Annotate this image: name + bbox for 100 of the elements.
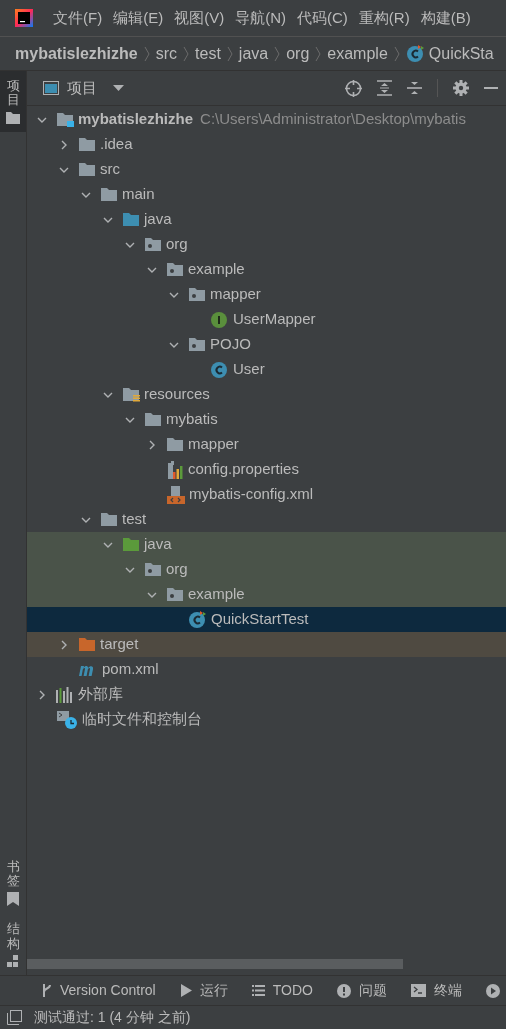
folder-icon (78, 137, 96, 152)
xml-file-icon (166, 485, 185, 504)
chevron-right-icon[interactable] (147, 439, 157, 450)
tree-item[interactable]: QuickStartTest (27, 607, 506, 632)
breadcrumb[interactable]: test (195, 41, 221, 66)
play-icon (179, 984, 192, 997)
chevron-right-icon (226, 45, 233, 62)
tree-item[interactable]: java (27, 532, 506, 557)
tree-item[interactable]: UserMapper (27, 307, 506, 332)
bookmark-icon (7, 892, 19, 907)
tool-window-button[interactable]: Version Control (42, 980, 156, 1001)
folder-icon (166, 437, 184, 452)
tree-item[interactable]: java (27, 207, 506, 232)
folder-icon (78, 637, 96, 652)
tree-item[interactable]: mybatislezhizhe C:\Users\Administrator\Desktop\mybatis (27, 107, 506, 132)
tree-item[interactable]: org (27, 232, 506, 257)
menu-item[interactable]: 视图(V) (174, 6, 225, 30)
locate-icon[interactable] (345, 79, 362, 97)
tree-item[interactable]: test (27, 507, 506, 532)
expand-all-icon[interactable] (377, 80, 392, 96)
tool-window-tab[interactable]: 结构 (0, 914, 26, 975)
tree-item[interactable]: main (27, 182, 506, 207)
tree-item[interactable]: POJO (27, 332, 506, 357)
tree-item[interactable]: mapper (27, 282, 506, 307)
package-icon (144, 562, 162, 577)
tree-item[interactable]: src (27, 157, 506, 182)
list-icon (251, 985, 265, 996)
scrollbar[interactable] (27, 959, 403, 969)
chevron-right-icon (143, 45, 150, 62)
warning-icon (336, 983, 351, 998)
menu-item[interactable]: 导航(N) (235, 6, 286, 30)
branch-icon (42, 983, 52, 998)
tool-window-tab[interactable]: 项目 (0, 71, 26, 132)
breadcrumb[interactable]: example (327, 41, 388, 66)
folder-icon (78, 162, 96, 177)
chevron-right-icon[interactable] (59, 139, 69, 150)
menu-item[interactable]: 构建(B) (420, 6, 471, 30)
menu-item[interactable]: 编辑(E) (113, 6, 164, 30)
scratch-console-icon (56, 709, 78, 730)
toggle-panel-icon[interactable] (7, 1010, 22, 1025)
class-icon (188, 610, 207, 629)
library-icon (56, 686, 74, 703)
chevron-right-icon (183, 45, 190, 62)
tree-item[interactable]: mapper (27, 432, 506, 457)
chevron-right-icon[interactable] (59, 639, 69, 650)
folder-icon (122, 387, 140, 402)
package-icon (188, 287, 206, 302)
chevron-right-icon[interactable] (37, 689, 47, 700)
tree-item[interactable]: resources (27, 382, 506, 407)
package-icon (188, 337, 206, 352)
interface-icon (210, 310, 229, 329)
play-circle-icon (485, 983, 500, 998)
status-message: 测试通过: 1 (4 分钟 之前) (34, 1008, 191, 1027)
menu-item[interactable]: 代码(C) (297, 6, 348, 30)
structure-icon (7, 955, 19, 967)
view-dropdown[interactable]: 项目 (43, 76, 124, 100)
tree-item[interactable]: 外部库 (27, 682, 506, 707)
chevron-right-icon (393, 45, 400, 62)
chevron-right-icon (315, 45, 322, 62)
caret-down-icon (113, 85, 124, 91)
terminal-icon (410, 984, 426, 997)
collapse-all-icon[interactable] (407, 80, 422, 96)
folder-icon (144, 412, 162, 427)
properties-file-icon (166, 460, 184, 479)
tree-item[interactable]: User (27, 357, 506, 382)
breadcrumb[interactable]: org (286, 41, 310, 66)
tool-window-button[interactable]: 运行 (179, 980, 228, 1001)
tool-window-button[interactable]: TODO (251, 980, 313, 1001)
menu-item[interactable]: 重构(R) (358, 6, 410, 30)
app-logo-icon (15, 9, 33, 27)
panel-icon (43, 81, 59, 95)
package-icon (144, 237, 162, 252)
menu-item[interactable]: 文件(F) (53, 6, 103, 30)
tree-item[interactable]: config.properties (27, 457, 506, 482)
tool-window-button[interactable]: 问题 (336, 980, 387, 1001)
tree-item[interactable]: org (27, 557, 506, 582)
tree-item[interactable]: example (27, 257, 506, 282)
package-icon (166, 262, 184, 277)
tree-item[interactable]: 临时文件和控制台 (27, 707, 506, 732)
tool-window-button[interactable]: 终端 (410, 980, 462, 1001)
class-icon (210, 360, 229, 379)
tree-item[interactable]: pom.xml (27, 657, 506, 682)
breadcrumb[interactable]: src (155, 41, 178, 66)
tree-item[interactable]: mybatis-config.xml (27, 482, 506, 507)
settings-icon[interactable] (453, 80, 469, 96)
chevron-right-icon (274, 45, 281, 62)
tree-item[interactable]: target (27, 632, 506, 657)
tool-window-button[interactable] (485, 983, 500, 998)
breadcrumb[interactable]: QuickSta (428, 41, 494, 66)
folder-icon (100, 512, 118, 527)
package-icon (166, 587, 184, 602)
folder-icon (6, 111, 20, 124)
breadcrumb[interactable]: mybatislezhizhe (15, 41, 138, 66)
tool-window-tab[interactable]: 书签 (0, 851, 26, 915)
folder-icon (56, 112, 74, 127)
tree-item[interactable]: mybatis (27, 407, 506, 432)
class-icon (405, 44, 425, 63)
tree-item[interactable]: .idea (27, 132, 506, 157)
breadcrumb[interactable]: java (238, 41, 269, 66)
tree-item[interactable]: example (27, 582, 506, 607)
